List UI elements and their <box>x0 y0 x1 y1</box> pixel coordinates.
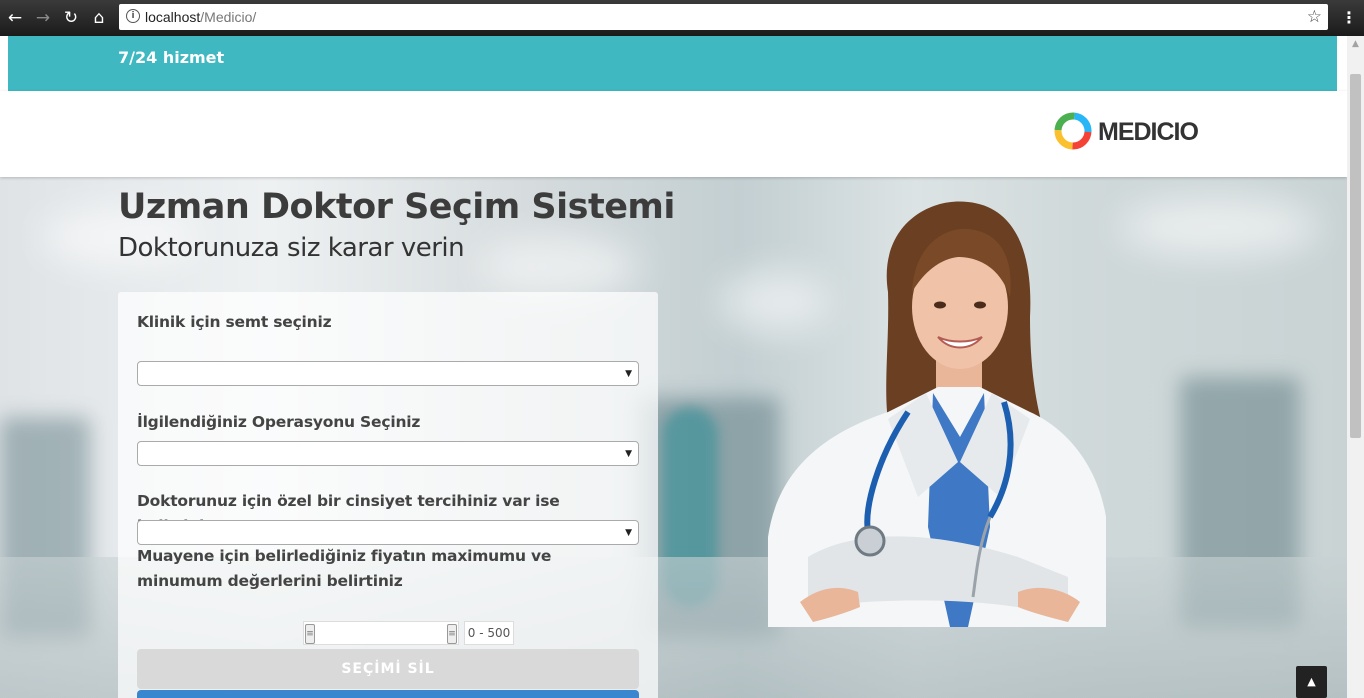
url-text[interactable]: localhost/Medicio/ <box>145 8 256 26</box>
address-bar[interactable]: i localhost/Medicio/ ☆ <box>119 4 1328 30</box>
price-label: Muayene için belirlediğiniz fiyatın maxi… <box>137 547 552 590</box>
doctor-image <box>768 201 1106 627</box>
doctor-search-form: Klinik için semt seçiniz ▼ İlgilendiğini… <box>118 292 658 698</box>
star-icon[interactable]: ☆ <box>1307 6 1322 28</box>
price-range-value: 0 - 500 <box>464 621 514 645</box>
home-icon[interactable]: ⌂ <box>88 7 110 29</box>
price-max-handle[interactable]: ≡ <box>447 624 457 644</box>
page-scrollbar[interactable]: ▲ <box>1347 36 1364 698</box>
bg-light <box>480 237 640 297</box>
arrow-left-icon[interactable]: ← <box>4 7 26 29</box>
gender-select[interactable]: ▼ <box>137 520 639 545</box>
district-label: Klinik için semt seçiniz <box>137 313 332 331</box>
page-viewport: 7/24 hizmet MEDICIO Uzman Doktor Seçim S… <box>0 36 1347 698</box>
district-select[interactable]: ▼ <box>137 361 639 386</box>
scroll-up-icon[interactable]: ▲ <box>1347 36 1364 53</box>
top-info-bar: 7/24 hizmet <box>8 36 1337 91</box>
site-header: MEDICIO <box>0 91 1347 177</box>
reload-icon[interactable]: ↻ <box>60 7 82 29</box>
bg-light <box>1120 197 1320 257</box>
url-host: localhost <box>145 9 201 25</box>
hero-section: Uzman Doktor Seçim Sistemi Doktorunuza s… <box>0 177 1347 698</box>
search-button[interactable] <box>137 690 639 698</box>
logo-text: MEDICIO <box>1098 118 1199 146</box>
kebab-menu-icon[interactable]: ⋮ <box>1341 7 1357 29</box>
service-hours-text: 7/24 hizmet <box>118 48 225 67</box>
browser-toolbar: ← → ↻ ⌂ i localhost/Medicio/ ☆ ⋮ <box>0 0 1364 36</box>
page-title: Uzman Doktor Seçim Sistemi <box>118 187 675 227</box>
operation-select[interactable]: ▼ <box>137 441 639 466</box>
caret-down-icon: ▼ <box>625 369 632 379</box>
info-icon[interactable]: i <box>126 9 140 23</box>
clear-selection-button[interactable]: SEÇİMİ SİL <box>137 649 639 689</box>
price-min-handle[interactable]: ≡ <box>305 624 315 644</box>
caret-down-icon: ▼ <box>625 449 632 459</box>
scrollbar-thumb[interactable] <box>1350 74 1361 438</box>
chevron-up-icon[interactable]: ▲ <box>1296 666 1327 698</box>
operation-label: İlgilendiğiniz Operasyonu Seçiniz <box>137 413 421 431</box>
page-subtitle: Doktorunuza siz karar verin <box>118 233 465 263</box>
logo-ring-icon <box>1054 112 1092 150</box>
arrow-right-icon[interactable]: → <box>32 7 54 29</box>
caret-down-icon: ▼ <box>625 528 632 538</box>
url-path: /Medicio/ <box>200 9 257 25</box>
price-range-slider[interactable]: ≡ ≡ <box>303 621 459 645</box>
